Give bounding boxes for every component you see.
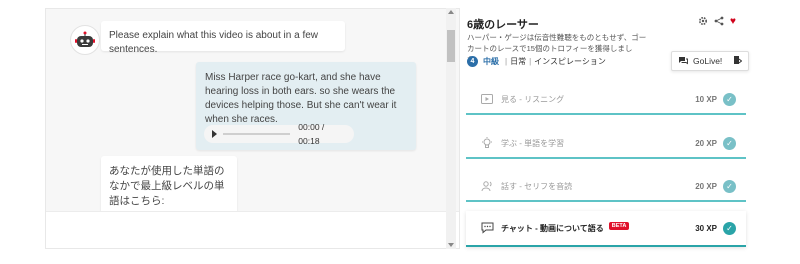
lesson-panel: 6歳のレーサー ハーパー・ゲージは伝音性難聴をものともせず、ゴーカートのレースで… <box>464 8 754 258</box>
bot-avatar <box>70 25 100 55</box>
video-icon <box>480 93 494 105</box>
chat-scrollbar[interactable] <box>446 8 456 249</box>
audio-progress-track[interactable] <box>223 133 291 135</box>
vocab-message-text: あなたが使用した単語のなかで最上級レベルの単語はこちら: <box>109 165 225 207</box>
play-icon[interactable] <box>212 130 217 138</box>
chat-panel: Please explain what this video is about … <box>45 8 460 249</box>
chat-bubbles-icon <box>678 56 688 67</box>
check-icon: ✓ <box>723 179 736 193</box>
golive-label: GoLive! <box>693 56 723 66</box>
step-xp: 30 XP <box>695 223 717 233</box>
meta-separator: | <box>529 57 532 66</box>
step-label: 見る - リスニング <box>501 94 565 104</box>
step-chat[interactable]: チャット - 動画について語る BETA 30 XP ✓ <box>466 211 746 247</box>
scroll-thumb[interactable] <box>447 30 455 62</box>
lesson-title: 6歳のレーサー <box>467 19 539 31</box>
book-icon[interactable] <box>733 55 743 67</box>
speak-icon <box>480 180 494 192</box>
user-message: Miss Harper race go-kart, and she have h… <box>196 62 416 150</box>
scroll-down-icon[interactable] <box>448 243 454 247</box>
share-icon[interactable] <box>714 16 724 29</box>
gear-icon[interactable] <box>698 16 708 29</box>
bot-message-question: Please explain what this video is about … <box>101 21 345 55</box>
robot-icon <box>75 31 95 47</box>
step-label: 話す - セリフを音読 <box>501 181 573 191</box>
check-icon: ✓ <box>723 92 736 106</box>
lesson-actions: ♥ <box>698 16 736 29</box>
level-badge: 4 <box>467 56 478 67</box>
meta-separator: | <box>505 57 508 66</box>
check-icon: ✓ <box>723 136 736 150</box>
check-icon: ✓ <box>723 221 736 235</box>
beta-badge: BETA <box>608 221 630 230</box>
lesson-meta: 4 中級 | 日常 | インスピレーション <box>467 56 606 67</box>
tag-label: インスピレーション <box>534 57 606 66</box>
audio-time: 00:00 / 00:18 <box>298 122 325 146</box>
lightbulb-icon <box>480 137 494 149</box>
step-learn[interactable]: 学ぶ - 単語を学習 20 XP ✓ <box>466 129 746 159</box>
heart-icon[interactable]: ♥ <box>730 16 736 29</box>
step-watch[interactable]: 見る - リスニング 10 XP ✓ <box>466 85 746 115</box>
step-label: チャット - 動画について語る BETA <box>501 221 695 234</box>
question-text: Please explain what this video is about … <box>109 30 319 55</box>
step-xp: 20 XP <box>695 181 717 191</box>
bot-message-vocab: あなたが使用した単語のなかで最上級レベルの単語はこちら: <box>101 156 237 216</box>
chat-input-area[interactable] <box>46 211 459 248</box>
audio-player[interactable]: 00:00 / 00:18 <box>204 122 354 146</box>
scroll-up-icon[interactable] <box>448 10 454 14</box>
category-label: 日常 <box>510 57 527 66</box>
step-xp: 10 XP <box>695 94 717 104</box>
user-message-text: Miss Harper race go-kart, and she have h… <box>205 72 397 125</box>
step-speak[interactable]: 話す - セリフを音読 20 XP ✓ <box>466 172 746 202</box>
step-label-text: チャット - 動画について語る <box>501 223 604 233</box>
chat-icon <box>480 222 494 234</box>
step-label: 学ぶ - 単語を学習 <box>501 138 565 148</box>
level-label: 中級 <box>483 57 499 66</box>
golive-button[interactable]: GoLive! <box>671 51 749 71</box>
step-xp: 20 XP <box>695 138 717 148</box>
